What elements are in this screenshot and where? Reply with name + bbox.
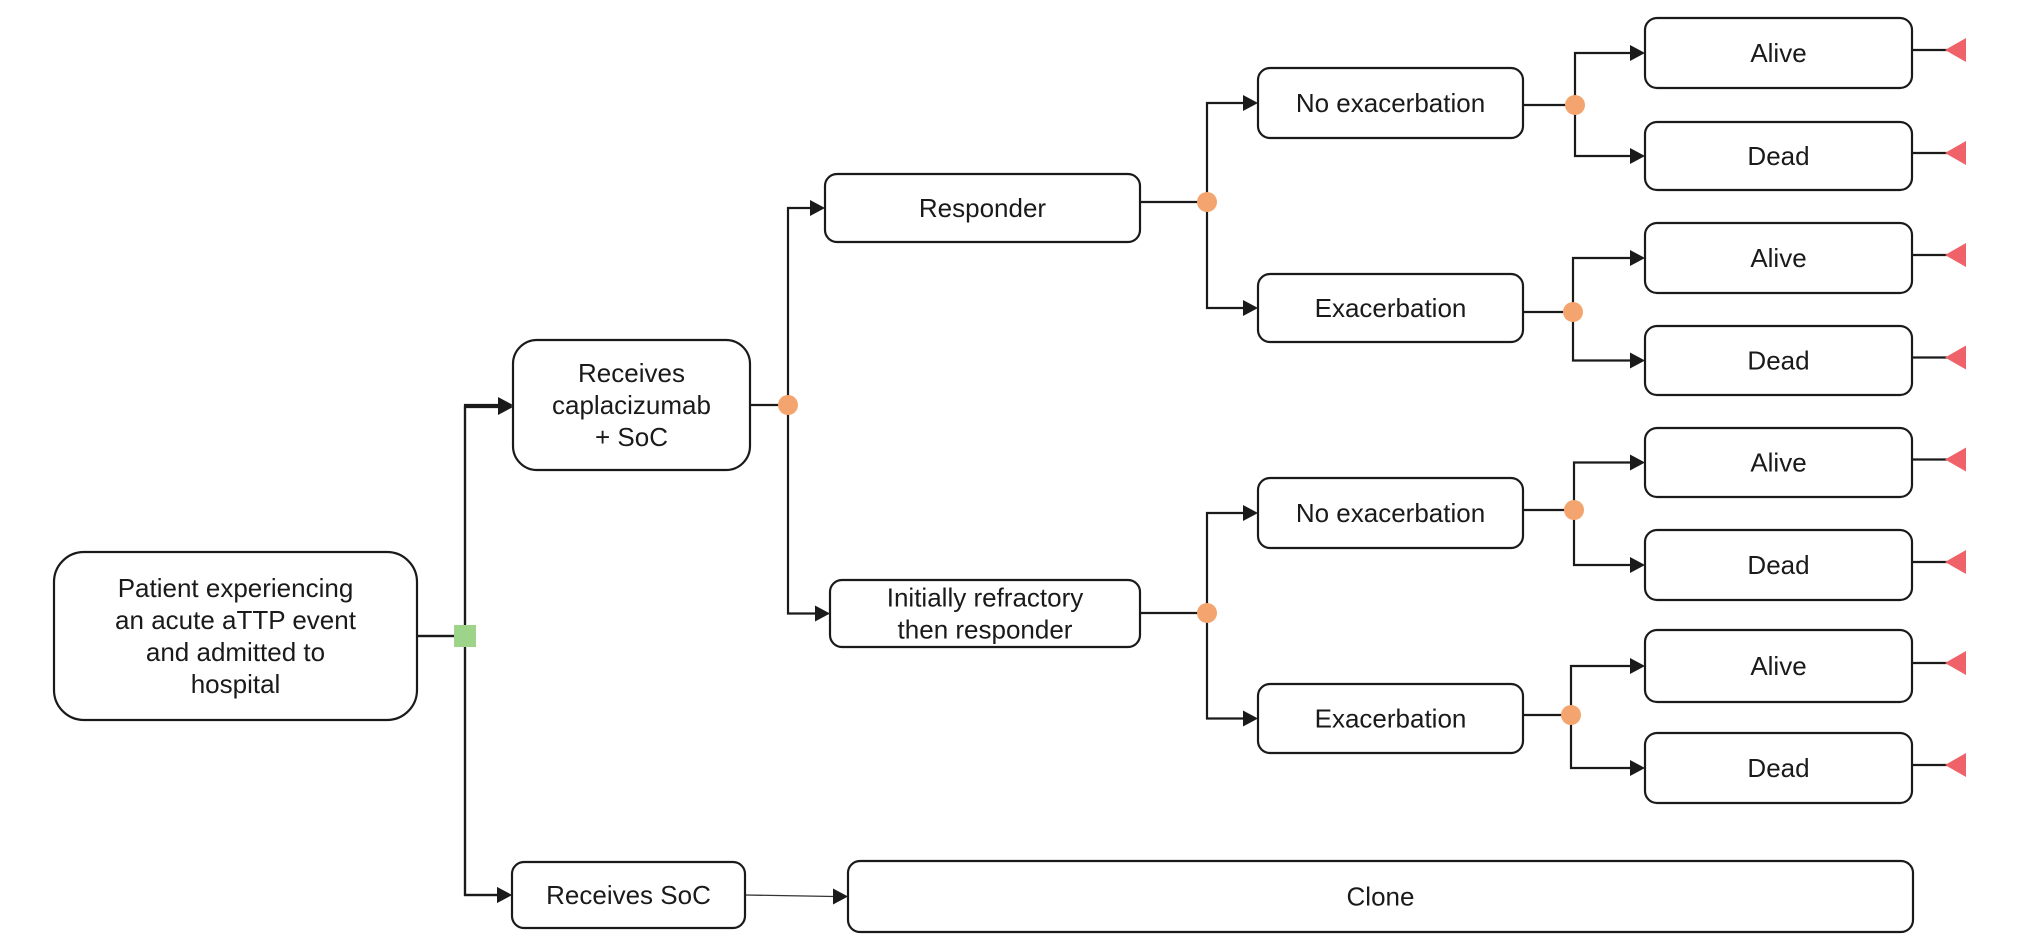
node-label: Dead: [1747, 141, 1809, 171]
node-label: Alive: [1750, 448, 1806, 478]
node-o3-dead[interactable]: Dead: [1643, 528, 1914, 602]
chance-node-refr-exac-circle-icon: [1561, 705, 1581, 725]
node-label: and admitted to: [146, 637, 325, 667]
node-label: Alive: [1750, 651, 1806, 681]
terminal-node-o2-dead-triangle-icon: [1945, 345, 1966, 370]
chance-node-capla-circle-icon: [778, 395, 798, 415]
terminal-node-o3-alive-triangle-icon: [1945, 447, 1966, 472]
edge-refractory-refr_noexac: [1205, 511, 1244, 613]
node-label: + SoC: [595, 422, 668, 452]
edge-responder-resp_exac-arrowhead: [1243, 300, 1258, 316]
edge-refr_exac-o4_dead-arrowhead: [1630, 760, 1645, 776]
edge-resp_exac-o2_alive-arrowhead: [1630, 250, 1645, 266]
node-o4-alive[interactable]: Alive: [1643, 628, 1914, 704]
node-label: caplacizumab: [552, 390, 711, 420]
node-label: No exacerbation: [1296, 88, 1485, 118]
node-clone[interactable]: Clone: [846, 859, 1915, 934]
edge-root-capla: [463, 405, 499, 636]
node-label: Dead: [1747, 550, 1809, 580]
node-label: Dead: [1747, 753, 1809, 783]
node-label: Alive: [1750, 243, 1806, 273]
edge-responder-resp_noexac-arrowhead: [1243, 95, 1258, 111]
node-label: Exacerbation: [1315, 293, 1467, 323]
terminal-node-o4-alive-triangle-icon: [1945, 651, 1966, 675]
node-label: Receives SoC: [546, 880, 711, 910]
edge-resp_noexac-o1_dead-arrowhead: [1630, 148, 1645, 164]
node-label: Receives: [578, 358, 685, 388]
node-resp-noexac[interactable]: No exacerbation: [1256, 66, 1525, 140]
node-refr-exac[interactable]: Exacerbation: [1256, 682, 1525, 755]
edge-soc-clone: [744, 894, 835, 898]
edge-capla-refractory: [786, 405, 816, 615]
chance-node-refr-noexac-circle-icon: [1564, 500, 1584, 520]
node-label: then responder: [898, 615, 1073, 645]
edge-refr_noexac-o3_dead-arrowhead: [1630, 557, 1645, 573]
edge-refractory-refr_exac-arrowhead: [1243, 710, 1258, 727]
edge-capla-responder-arrowhead: [810, 200, 825, 216]
edge-refractory-refr_noexac-arrowhead: [1243, 505, 1258, 521]
edge-soc-clone-arrowhead: [833, 888, 848, 905]
edge-root-capla: [463, 403, 499, 636]
terminal-node-o4-dead-triangle-icon: [1945, 753, 1966, 777]
edge-refractory-refr_exac: [1205, 613, 1244, 720]
node-label: an acute aTTP event: [115, 605, 357, 635]
node-label: No exacerbation: [1296, 498, 1485, 528]
terminal-node-o3-dead-triangle-icon: [1945, 550, 1966, 574]
edge-root-soc: [463, 636, 498, 897]
node-o2-alive[interactable]: Alive: [1643, 221, 1914, 295]
node-label: Patient experiencing: [118, 573, 354, 603]
edge-capla-responder: [786, 206, 811, 405]
edge-refr_exac-o4_alive-arrowhead: [1630, 658, 1645, 674]
edge-refr_exac-o4_dead: [1569, 715, 1631, 770]
edge-resp_noexac-o1_dead: [1573, 105, 1631, 158]
edge-responder-resp_exac: [1205, 202, 1244, 310]
node-label: hospital: [191, 669, 281, 699]
edge-capla-refractory-arrowhead: [815, 605, 830, 622]
edge-resp_noexac-o1_alive: [1573, 51, 1631, 105]
node-o1-alive[interactable]: Alive: [1643, 16, 1914, 90]
edge-root-soc-arrowhead: [497, 887, 512, 903]
edge-refr_noexac-o3_dead: [1572, 510, 1631, 567]
terminal-node-o1-dead-triangle-icon: [1945, 141, 1966, 165]
node-label: Initially refractory: [887, 583, 1084, 613]
node-capla[interactable]: Receivescaplacizumab+ SoC: [511, 338, 752, 472]
node-o4-dead[interactable]: Dead: [1643, 731, 1914, 805]
node-label: Exacerbation: [1315, 704, 1467, 734]
node-root[interactable]: Patient experiencingan acute aTTP eventa…: [52, 550, 419, 722]
terminal-node-o1-alive-triangle-icon: [1945, 38, 1966, 62]
chance-node-resp-noexac-circle-icon: [1565, 95, 1585, 115]
node-responder[interactable]: Responder: [823, 172, 1142, 244]
node-label: Dead: [1747, 346, 1809, 376]
node-o2-dead[interactable]: Dead: [1643, 324, 1914, 397]
node-label: Responder: [919, 193, 1047, 223]
node-soc[interactable]: Receives SoC: [510, 860, 747, 930]
edge-resp_exac-o2_dead-arrowhead: [1630, 352, 1645, 369]
node-label: Clone: [1347, 882, 1415, 912]
node-o1-dead[interactable]: Dead: [1643, 120, 1914, 192]
terminal-node-o2-alive-triangle-icon: [1945, 243, 1966, 267]
decision-node-square-icon: [454, 625, 476, 647]
edge-refr_noexac-o3_alive-arrowhead: [1630, 454, 1645, 471]
node-o3-alive[interactable]: Alive: [1643, 426, 1914, 499]
edge-refr_exac-o4_alive: [1569, 664, 1631, 715]
edge-resp_exac-o2_alive: [1571, 256, 1631, 312]
node-resp-exac[interactable]: Exacerbation: [1256, 272, 1525, 344]
chance-node-refractory-circle-icon: [1197, 603, 1217, 623]
node-refr-noexac[interactable]: No exacerbation: [1256, 476, 1525, 550]
edge-resp_exac-o2_dead: [1571, 312, 1631, 362]
node-label: Alive: [1750, 38, 1806, 68]
edge-resp_noexac-o1_alive-arrowhead: [1630, 45, 1645, 61]
chance-node-resp-exac-circle-icon: [1563, 302, 1583, 322]
edge-root-soc: [463, 636, 498, 897]
edge-refr_noexac-o3_alive: [1572, 461, 1631, 510]
decision-tree-diagram: Patient experiencingan acute aTTP eventa…: [52, 16, 1966, 934]
edge-responder-resp_noexac: [1205, 101, 1244, 202]
node-refractory[interactable]: Initially refractorythen responder: [828, 578, 1142, 649]
chance-node-responder-circle-icon: [1197, 192, 1217, 212]
